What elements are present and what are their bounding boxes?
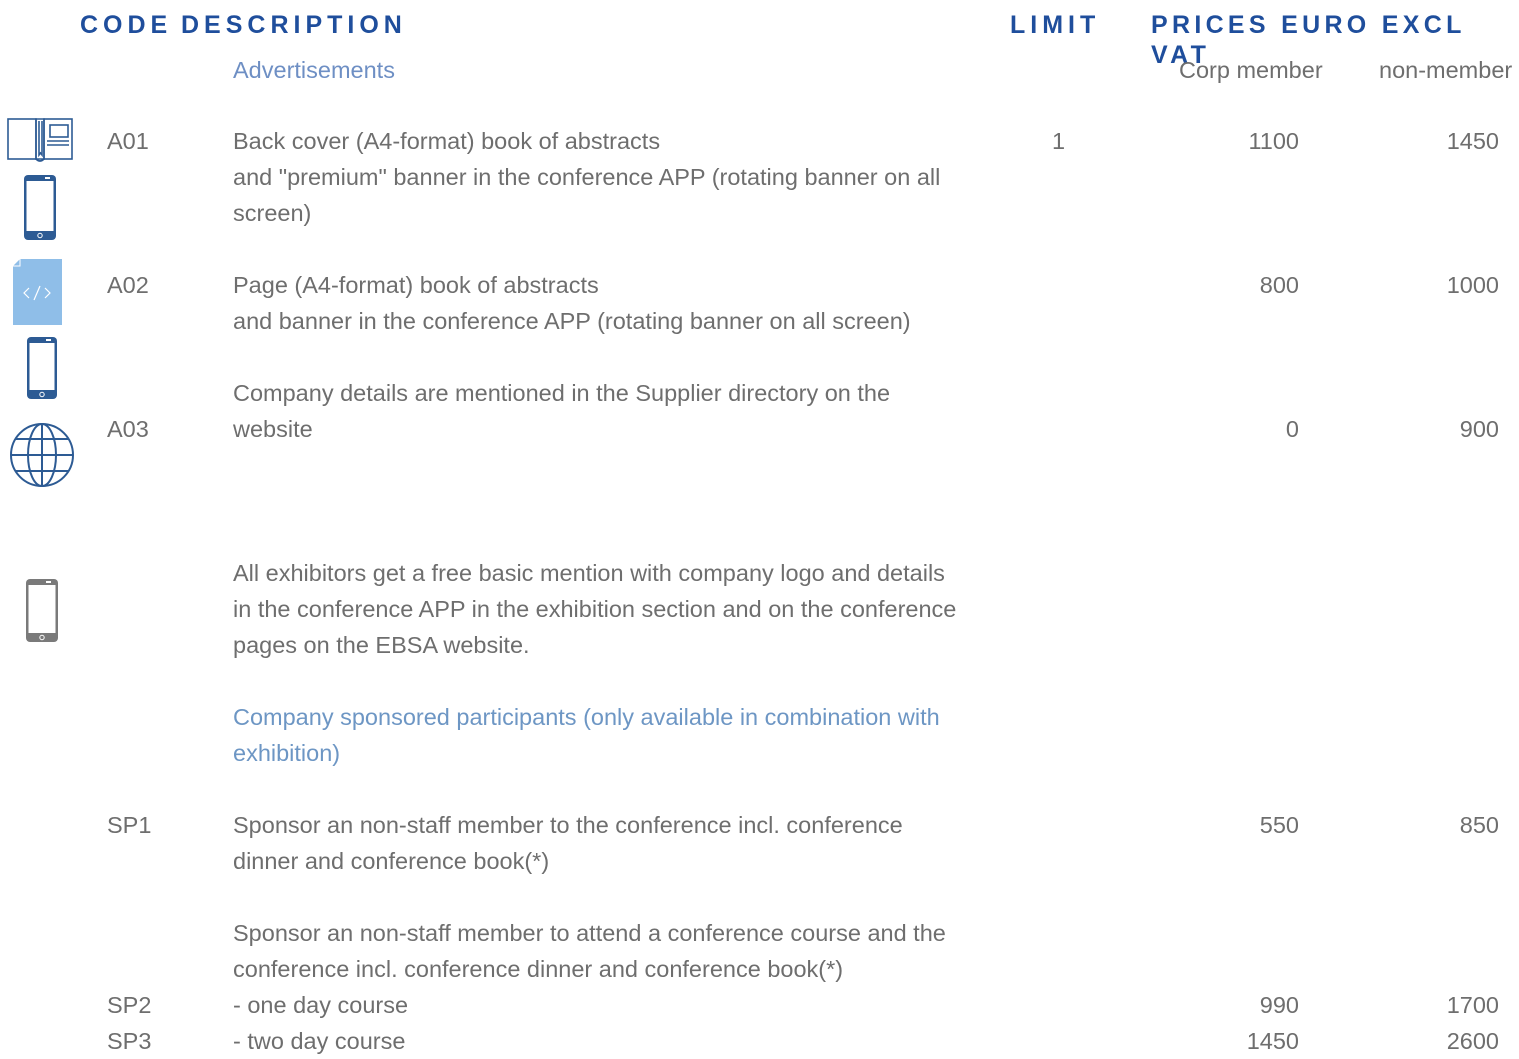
sp-intro-line: conference incl. conference dinner and c… [233,956,844,982]
row-description-line: Company details are mentioned in the Sup… [233,380,891,406]
row-price-corp: 550 [1259,812,1299,838]
row-price-non-member: 1450 [1446,128,1499,154]
row-description-line: screen) [233,200,312,226]
phone-icon [27,337,57,399]
row-code: SP2 [107,992,152,1018]
section-title-sponsored: Company sponsored participants (only ava… [233,704,940,730]
column-corp-member: Corp member [1179,57,1323,83]
header-code: CODE [80,11,173,39]
row-price-corp: 990 [1259,992,1299,1018]
phone-icon [26,579,58,642]
row-price-non-member: 1700 [1446,992,1499,1018]
code-page-icon [13,259,62,325]
row-description-line: Sponsor an non-staff member to the confe… [233,812,903,838]
row-price-non-member: 850 [1459,812,1499,838]
row-code: A02 [107,272,149,298]
phone-icon [24,175,56,240]
globe-icon [10,423,74,487]
row-price-non-member: 900 [1459,416,1499,442]
section-title-advertisements: Advertisements [233,57,395,83]
row-description-line: dinner and conference book(*) [233,848,550,874]
row-limit: 1 [1052,128,1066,154]
section-title-sponsored: exhibition) [233,740,341,766]
header-limit: LIMIT [1010,11,1101,39]
note-line: pages on the EBSA website. [233,632,530,658]
column-non-member: non-member [1379,57,1513,83]
book-icon [7,118,73,162]
row-price-corp: 800 [1259,272,1299,298]
note-line: All exhibitors get a free basic mention … [233,560,945,586]
row-description-line: and banner in the conference APP (rotati… [233,308,911,334]
row-code: A01 [107,128,149,154]
note-line: in the conference APP in the exhibition … [233,596,957,622]
row-code: A03 [107,416,149,442]
row-description-line: Back cover (A4-format) book of abstracts [233,128,661,154]
header-description: DESCRIPTION [181,11,407,39]
row-code: SP1 [107,812,152,838]
row-description-line: and "premium" banner in the conference A… [233,164,941,190]
row-description-line: - one day course [233,992,409,1018]
row-price-corp: 1100 [1248,128,1299,154]
sp-intro-line: Sponsor an non-staff member to attend a … [233,920,946,946]
row-description-line: website [233,416,313,442]
row-description-line: Page (A4-format) book of abstracts [233,272,599,298]
row-price-non-member: 1000 [1446,272,1499,298]
row-price-corp: 0 [1285,416,1299,442]
